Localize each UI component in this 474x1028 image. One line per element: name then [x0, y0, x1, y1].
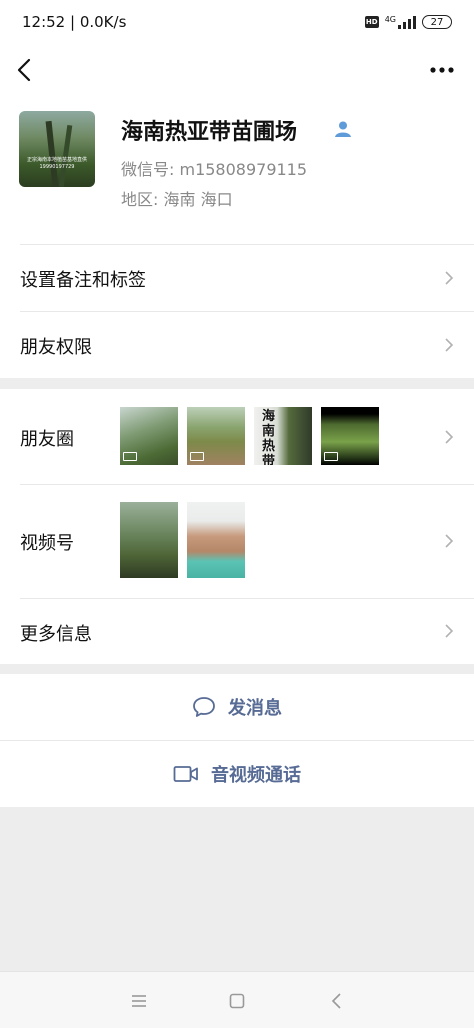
video-call-icon	[173, 766, 198, 782]
wechat-id: 微信号: m15808979115	[121, 160, 308, 179]
chat-bubble-icon	[193, 697, 215, 717]
home-icon[interactable]	[228, 992, 246, 1010]
avatar-caption: 正宗海南本地植苗基地直供 19990197729	[26, 157, 87, 170]
more-options-icon[interactable]	[428, 58, 456, 82]
friend-permissions-row[interactable]: 朋友权限	[0, 311, 474, 378]
moments-label: 朋友圈	[20, 429, 74, 450]
chevron-right-icon	[445, 430, 454, 444]
hd-icon: HD	[364, 16, 379, 28]
signal-icon	[398, 15, 416, 29]
channels-thumbnail	[120, 502, 178, 578]
av-call-label: 音视频通话	[211, 765, 301, 786]
menu-icon[interactable]	[130, 992, 148, 1010]
friend-permissions-label: 朋友权限	[20, 337, 92, 358]
thumbnail-text: 海南热带	[262, 409, 276, 465]
moments-row[interactable]: 朋友圈 海南热带	[0, 389, 474, 484]
contact-name: 海南热亚带苗圃场	[121, 120, 298, 145]
video-icon	[123, 452, 137, 461]
avatar[interactable]: 正宗海南本地植苗基地直供 19990197729	[19, 111, 95, 187]
battery-level: 27	[430, 16, 444, 28]
send-message-label: 发消息	[228, 698, 282, 719]
battery-icon: 27	[422, 15, 452, 29]
moments-thumbnail	[321, 407, 379, 465]
status-bar: 12:52 | 0.0K/s HD 4G 27	[0, 0, 474, 44]
av-call-button[interactable]: 音视频通话	[0, 741, 474, 807]
network-label: 4G	[384, 15, 396, 24]
channels-label: 视频号	[20, 533, 74, 554]
channels-row[interactable]: 视频号	[0, 484, 474, 598]
status-icons: HD 4G 27	[364, 15, 452, 29]
profile-header: 正宗海南本地植苗基地直供 19990197729 海南热亚带苗圃场 微信号: m…	[0, 96, 474, 244]
back-icon[interactable]	[14, 54, 38, 86]
remark-tags-label: 设置备注和标签	[20, 270, 146, 291]
more-info-row[interactable]: 更多信息	[0, 598, 474, 664]
moments-thumbnail	[120, 407, 178, 465]
more-info-label: 更多信息	[20, 624, 92, 645]
moments-thumbnail	[187, 407, 245, 465]
remark-tags-row[interactable]: 设置备注和标签	[0, 244, 474, 311]
moments-thumbnail: 海南热带	[254, 407, 312, 465]
chevron-right-icon	[445, 271, 454, 285]
channels-thumbnail	[187, 502, 245, 578]
video-icon	[324, 452, 338, 461]
chevron-right-icon	[445, 534, 454, 548]
nav-bar	[0, 44, 474, 96]
status-time: 12:52 | 0.0K/s	[22, 13, 127, 31]
system-back-icon[interactable]	[328, 992, 346, 1010]
send-message-button[interactable]: 发消息	[0, 674, 474, 740]
video-icon	[190, 452, 204, 461]
chevron-right-icon	[445, 624, 454, 638]
chevron-right-icon	[445, 338, 454, 352]
person-icon	[335, 121, 351, 137]
region: 地区: 海南 海口	[121, 190, 233, 209]
system-nav-bar	[0, 971, 474, 1028]
